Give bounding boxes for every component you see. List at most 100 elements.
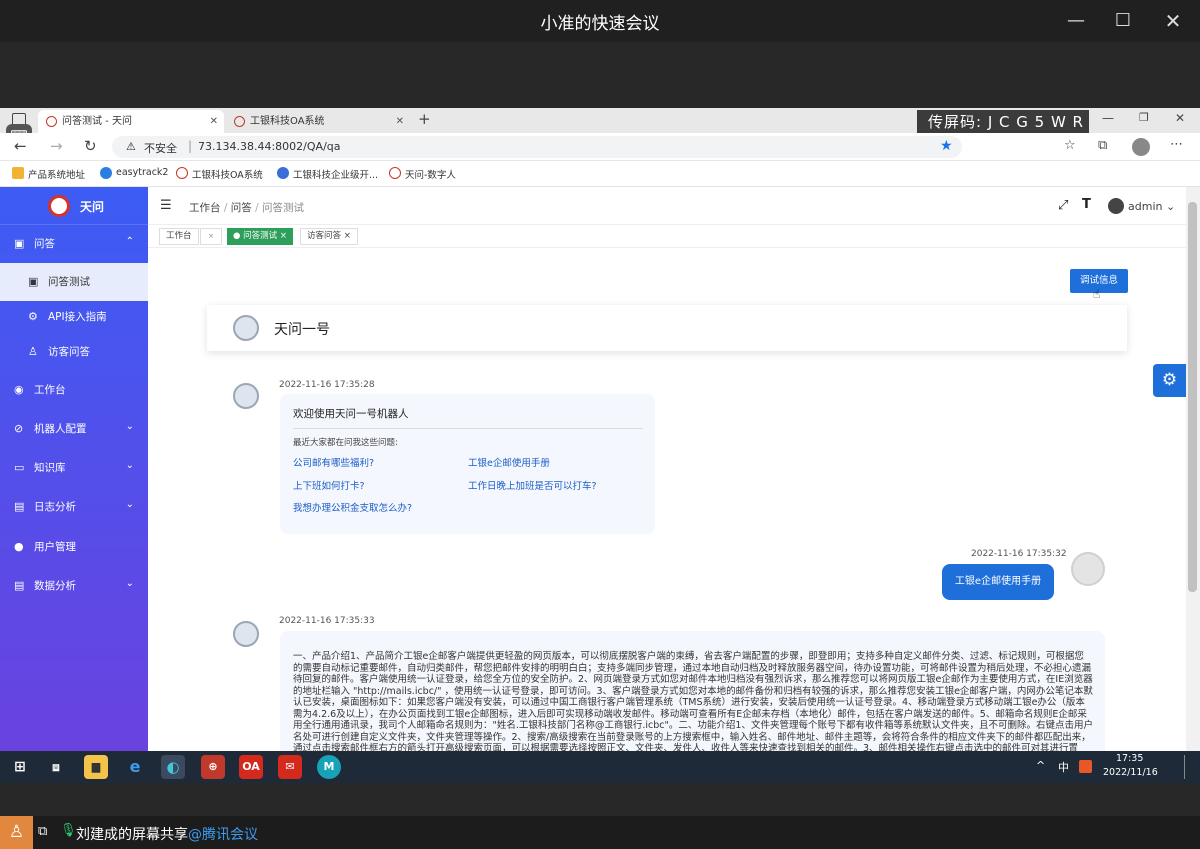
ie-icon[interactable]: e: [123, 755, 147, 779]
file-explorer-icon[interactable]: ▆: [84, 755, 108, 779]
user-name[interactable]: admin ⌄: [1128, 200, 1175, 213]
address-bar: ← → ↻ ⚠ 不安全 | 73.134.38.44:8002/QA/qa ★ …: [0, 133, 1200, 161]
oa-icon[interactable]: OA: [239, 755, 263, 779]
tab-qa-test[interactable]: 问答测试 - 天问 ✕: [38, 110, 224, 133]
logo-text: 天问: [80, 200, 105, 214]
sidebar-item-robot-config[interactable]: ⊘ 机器人配置 ⌄: [0, 410, 148, 448]
tab-label: 工银科技OA系统: [250, 116, 325, 127]
favorites-icon[interactable]: ☆: [1064, 138, 1076, 153]
collections-icon[interactable]: ⧉: [1098, 138, 1107, 153]
windows-taskbar: ⊞ ⧈ ▆ e ◐ ⊕ OA ✉ M ^ 中 17:35 2022/11/16: [0, 751, 1200, 783]
welcome-card: 欢迎使用天问一号机器人 最近大家都在问我这些问题: 公司邮有哪些福利? 工银e企…: [280, 394, 655, 534]
robot-icon: [233, 383, 259, 409]
bookmark-item[interactable]: 产品系统地址: [12, 167, 85, 181]
sogou-icon[interactable]: [1079, 760, 1092, 773]
faq-link[interactable]: 上下班如何打卡?: [293, 478, 365, 492]
sidebar-item-qa-test[interactable]: ▣ 问答测试: [0, 263, 148, 301]
close-icon[interactable]: ✕: [396, 110, 404, 133]
favorite-star-icon[interactable]: ★: [940, 138, 953, 154]
tray-chevron-up-icon[interactable]: ^: [1036, 759, 1045, 772]
sidebar-item-visitor-qa[interactable]: ♙ 访客问答: [0, 333, 148, 371]
close-icon[interactable]: ×: [200, 228, 222, 245]
sidebar-item-api-guide[interactable]: ⚙ API接入指南: [0, 298, 148, 336]
browser-restore-icon[interactable]: ❐: [1139, 111, 1149, 124]
chevron-up-icon: ⌃: [125, 236, 134, 247]
new-tab-icon[interactable]: +: [418, 110, 431, 128]
tag-qa-test[interactable]: ● 问答测试 ×: [227, 228, 293, 245]
gear-icon: ⚙: [28, 310, 38, 323]
clock-date[interactable]: 2022/11/16: [1103, 767, 1158, 778]
share-label: 刘建成的屏幕共享@腾讯会议: [76, 827, 258, 843]
edge-icon[interactable]: ◐: [161, 755, 185, 779]
sidebar-item-knowledge[interactable]: ▭ 知识库 ⌄: [0, 449, 148, 487]
show-desktop[interactable]: [1184, 755, 1185, 779]
forward-icon[interactable]: →: [50, 137, 63, 155]
faq-link[interactable]: 我想办理公积金支取怎么办?: [293, 500, 412, 514]
sidebar-item-user-mgmt[interactable]: ● 用户管理: [0, 528, 148, 566]
tianwen-favicon-icon: [46, 116, 57, 127]
tag-workbench[interactable]: 工作台: [159, 228, 199, 245]
close-icon[interactable]: ✕: [210, 110, 218, 133]
bookmarks-bar: 产品系统地址 easytrack2 工银科技OA系统 工银科技企业级开... 天…: [0, 161, 1200, 187]
sidebar-item-log-analysis[interactable]: ▤ 日志分析 ⌄: [0, 488, 148, 526]
sidebar-item-data-analysis[interactable]: ▤ 数据分析 ⌄: [0, 567, 148, 605]
url-text: 73.134.38.44:8002/QA/qa: [198, 140, 341, 153]
profile-icon[interactable]: [1132, 138, 1150, 156]
ime-indicator[interactable]: 中: [1058, 759, 1069, 775]
hint-text: 最近大家都在问我这些问题:: [293, 438, 398, 448]
sidebar-item-workbench[interactable]: ◉ 工作台: [0, 371, 148, 409]
chat-icon: ▣: [14, 237, 25, 250]
page-scrollbar[interactable]: [1186, 187, 1200, 751]
chevron-down-icon: ⌄: [125, 421, 134, 432]
url-field[interactable]: ⚠ 不安全 | 73.134.38.44:8002/QA/qa ★: [112, 136, 962, 158]
settings-gear-icon[interactable]: ⚙: [1153, 364, 1186, 397]
robot-icon: [233, 315, 259, 341]
minimize-icon[interactable]: —: [1061, 8, 1091, 34]
bookmark-item[interactable]: 工银科技企业级开...: [277, 167, 378, 181]
meeting-title-bar: 小准的快速会议 — ☐ ✕: [0, 0, 1200, 42]
maximize-icon[interactable]: ☐: [1108, 8, 1138, 34]
reload-icon[interactable]: ↻: [84, 137, 97, 155]
m-app-icon[interactable]: M: [317, 755, 341, 779]
icbc-logo-icon: [48, 195, 70, 217]
link-icon: ⊘: [14, 422, 24, 435]
bookmark-item[interactable]: easytrack2: [100, 167, 168, 179]
task-view-icon[interactable]: ⧈: [44, 755, 68, 779]
answer-card: 一、产品介绍1、产品简介工银e企邮客户端提供更轻盈的网页版本，可以彻底摆脱客户端…: [280, 631, 1105, 751]
more-icon[interactable]: ⋯: [1170, 137, 1183, 152]
tag-visitor-qa[interactable]: 访客问答 ×: [300, 228, 358, 245]
bookmark-item[interactable]: 工银科技OA系统: [176, 167, 263, 181]
tab-label: 问答测试 - 天问: [62, 116, 132, 127]
menu-fold-icon[interactable]: ☰: [160, 198, 172, 213]
icbc-app-icon[interactable]: ⊕: [201, 755, 225, 779]
fullscreen-icon[interactable]: ⤢: [1058, 198, 1068, 213]
cart-icon: ▤: [14, 579, 25, 592]
browser-minimize-icon[interactable]: —: [1102, 111, 1114, 125]
scrollbar-thumb[interactable]: [1188, 202, 1197, 592]
app-sidebar: 天问 ▣ 问答 ⌃ ▣ 问答测试 ⚙ API接入指南 ♙ 访客问答 ◉ 工作台 ⊘ 机器人配置…: [0, 187, 148, 751]
back-icon[interactable]: ←: [14, 137, 27, 155]
faq-link[interactable]: 工银e企邮使用手册: [468, 455, 550, 469]
mail-icon[interactable]: ✉: [278, 755, 302, 779]
sidebar-item-qa[interactable]: ▣ 问答 ⌃: [0, 225, 148, 263]
faq-link[interactable]: 工作日晚上加班是否可以打车?: [468, 478, 597, 492]
windows-start-icon[interactable]: ⊞: [8, 755, 32, 779]
close-icon[interactable]: ✕: [1158, 8, 1188, 34]
avatar[interactable]: [1108, 198, 1124, 214]
tab-oa-system[interactable]: 工银科技OA系统 ✕: [226, 110, 410, 133]
message-time: 2022-11-16 17:35:28: [279, 380, 375, 390]
font-size-icon[interactable]: T: [1082, 197, 1091, 212]
clock-time[interactable]: 17:35: [1116, 753, 1143, 764]
robot-icon: [233, 621, 259, 647]
bot-name: 天问一号: [274, 322, 330, 338]
mic-icon[interactable]: 🎙: [60, 823, 77, 838]
meeting-title: 小准的快速会议: [540, 14, 660, 34]
browser-close-icon[interactable]: ✕: [1175, 111, 1185, 125]
faq-link[interactable]: 公司邮有哪些福利?: [293, 455, 374, 469]
chevron-down-icon: ⌄: [125, 578, 134, 589]
bookmark-item[interactable]: 天问-数字人: [389, 167, 456, 181]
chat-icon: ▣: [28, 275, 39, 288]
user-icon[interactable]: ♙: [0, 816, 33, 849]
answer-text: 一、产品介绍1、产品简介工银e企邮客户端提供更轻盈的网页版本，可以彻底摆脱客户端…: [293, 651, 1093, 751]
chevron-down-icon: ⌄: [125, 460, 134, 471]
